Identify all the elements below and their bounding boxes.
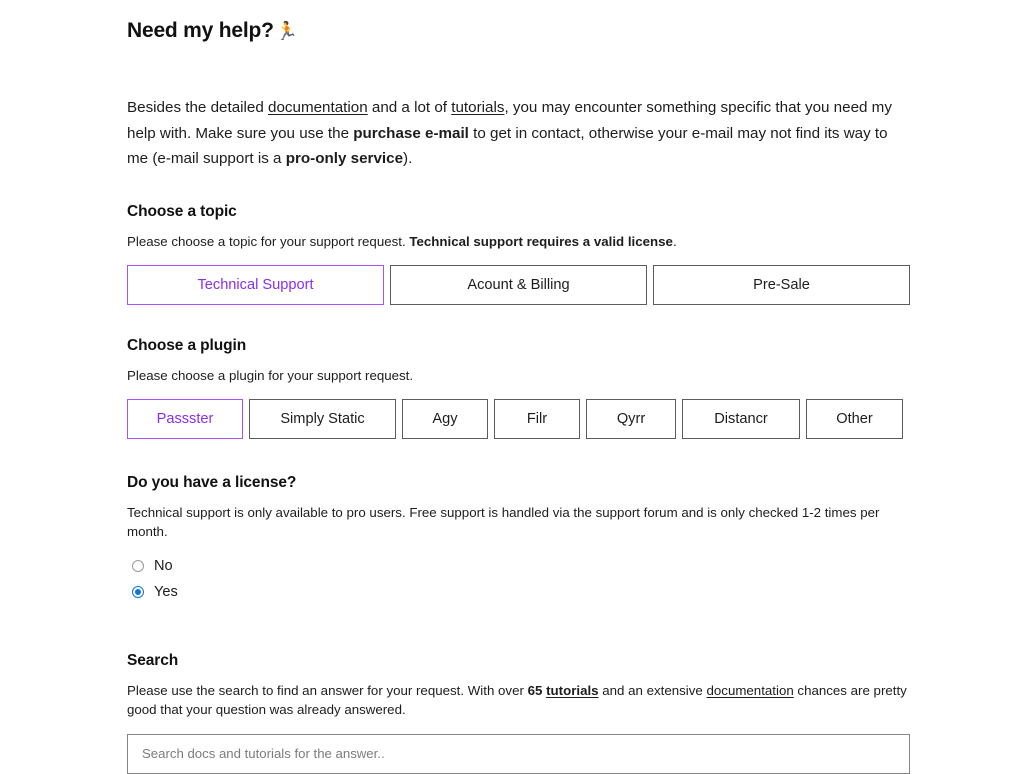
license-radio-no-label: No <box>154 557 173 574</box>
page-title-text: Need my help? <box>127 19 274 42</box>
choose-plugin-section: Choose a plugin Please choose a plugin f… <box>127 305 910 439</box>
purchase-email-emphasis: purchase e-mail <box>353 124 469 142</box>
license-radio-no[interactable]: No <box>127 553 910 579</box>
topic-option-pre-sale[interactable]: Pre-Sale <box>653 264 910 305</box>
intro-text-2: and a lot of <box>367 99 452 116</box>
radio-checked-icon[interactable] <box>132 585 144 598</box>
plugin-option-distancr[interactable]: Distancr <box>682 398 800 439</box>
topic-option-acount-billing[interactable]: Acount & Billing <box>390 264 647 305</box>
plugin-option-passster[interactable]: Passster <box>127 398 243 439</box>
documentation-link[interactable]: documentation <box>268 99 368 116</box>
topic-options-row: Technical Support Acount & Billing Pre-S… <box>127 251 910 305</box>
choose-topic-description-text: Please choose a topic for your support r… <box>127 233 410 249</box>
search-description-text-2: and an extensive <box>598 682 707 698</box>
search-documentation-link[interactable]: documentation <box>707 683 794 698</box>
search-description-text-1: Please use the search to find an answer … <box>127 682 528 698</box>
choose-topic-description-emphasis: Technical support requires a valid licen… <box>409 233 673 249</box>
choose-plugin-description: Please choose a plugin for your support … <box>127 367 414 383</box>
license-section: Do you have a license? Technical support… <box>127 439 910 605</box>
running-person-icon: 🏃 <box>275 21 298 41</box>
choose-topic-heading: Choose a topic <box>127 202 237 220</box>
plugin-option-other[interactable]: Other <box>806 398 903 439</box>
support-page: Need my help? 🏃 Besides the detailed docu… <box>0 0 1024 774</box>
license-radio-group: No Yes <box>127 541 910 605</box>
license-heading: Do you have a license? <box>127 473 297 491</box>
plugin-options-row: Passster Simply Static Agy Filr Qyrr Dis… <box>127 385 910 439</box>
search-input-wrapper <box>127 719 910 774</box>
tutorials-link[interactable]: tutorials <box>451 99 504 116</box>
search-description: Please use the search to find an answer … <box>127 671 910 719</box>
topic-option-technical-support[interactable]: Technical Support <box>127 264 384 305</box>
choose-topic-section: Choose a topic Please choose a topic for… <box>127 172 910 305</box>
intro-text-5: ). <box>403 150 413 168</box>
license-radio-yes-label: Yes <box>154 583 178 600</box>
page-title: Need my help? 🏃 <box>127 9 910 45</box>
intro-text-1: Besides the detailed <box>127 99 269 116</box>
tutorials-count: 65 <box>527 682 543 698</box>
license-radio-yes[interactable]: Yes <box>127 579 910 605</box>
search-section: Search Please use the search to find an … <box>127 605 910 774</box>
choose-topic-description: Please choose a topic for your support r… <box>127 222 910 251</box>
search-input[interactable] <box>127 733 910 774</box>
plugin-option-qyrr[interactable]: Qyrr <box>586 398 676 439</box>
plugin-option-filr[interactable]: Filr <box>494 398 580 439</box>
search-tutorials-link[interactable]: tutorials <box>546 683 598 698</box>
choose-topic-description-end: . <box>672 233 677 249</box>
plugin-option-agy[interactable]: Agy <box>402 398 488 439</box>
search-heading: Search <box>127 651 179 669</box>
license-description: Technical support is only available to p… <box>127 504 880 539</box>
pro-only-service-emphasis: pro-only service <box>285 150 404 168</box>
choose-plugin-heading: Choose a plugin <box>127 336 247 354</box>
intro-paragraph: Besides the detailed documentation and a… <box>127 45 910 172</box>
radio-unchecked-icon[interactable] <box>132 559 144 572</box>
plugin-option-simply-static[interactable]: Simply Static <box>249 398 396 439</box>
